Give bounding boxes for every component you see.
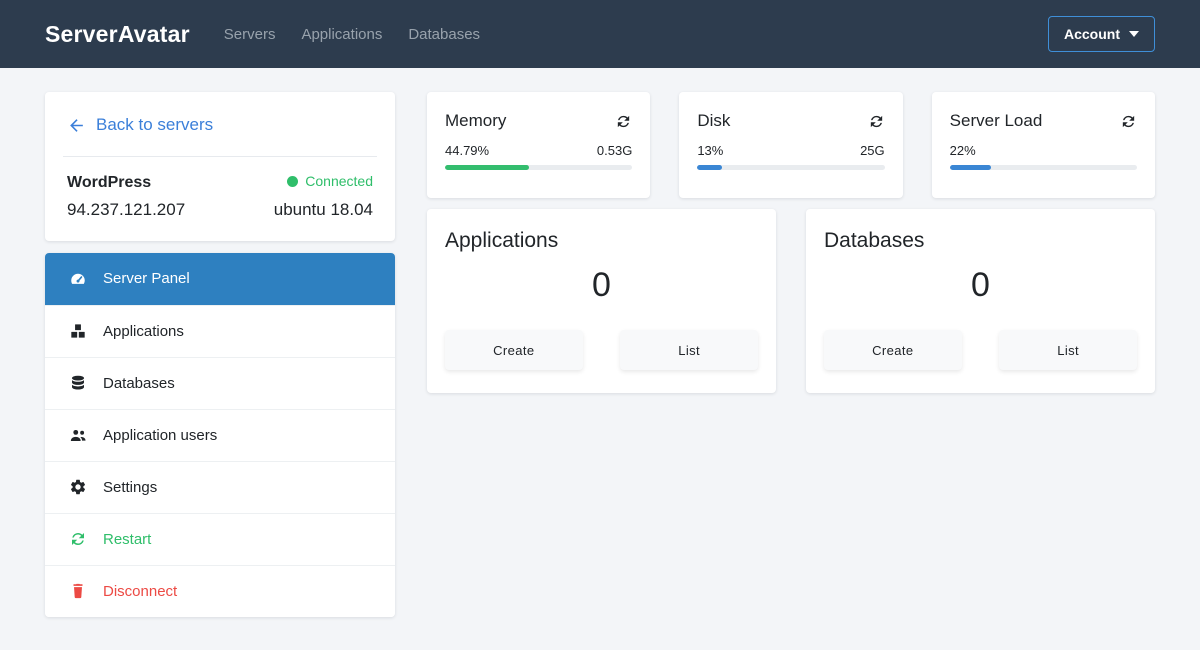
sidebar-item-settings[interactable]: Settings bbox=[45, 460, 395, 513]
refresh-icon[interactable] bbox=[615, 113, 632, 130]
stat-header: Disk bbox=[697, 111, 884, 131]
stat-title: Memory bbox=[445, 111, 507, 130]
divider bbox=[63, 156, 377, 157]
server-load-progress-fill bbox=[949, 165, 991, 170]
stat-header: Memory bbox=[445, 111, 632, 131]
nav-link-applications[interactable]: Applications bbox=[301, 26, 382, 43]
server-info-card: Back to servers WordPress Connected 94.2… bbox=[45, 92, 395, 241]
sidebar-item-label: Server Panel bbox=[103, 270, 190, 287]
sidebar-item-label: Settings bbox=[103, 478, 158, 496]
caret-down-icon bbox=[1129, 31, 1139, 37]
right-column: Memory 44.79% 0.53G Disk 13% 25G Server … bbox=[427, 92, 1155, 617]
stat-size: 25G bbox=[860, 143, 885, 158]
cogs-icon bbox=[69, 478, 89, 496]
server-load-progress-track bbox=[949, 165, 1137, 170]
panel-buttons: Create List bbox=[445, 330, 758, 370]
databases-panel: Databases 0 Create List bbox=[806, 209, 1155, 393]
server-ip: 94.237.121.207 bbox=[67, 199, 186, 219]
sidebar-item-server-panel[interactable]: Server Panel bbox=[45, 252, 395, 305]
stat-values: 44.79% 0.53G bbox=[445, 143, 632, 158]
trash-icon bbox=[69, 582, 89, 600]
server-name-row: WordPress Connected bbox=[67, 173, 373, 192]
memory-progress-fill bbox=[445, 165, 529, 170]
status-badge: Connected bbox=[287, 173, 373, 189]
sync-icon bbox=[69, 530, 89, 548]
server-name: WordPress bbox=[67, 173, 152, 191]
sidebar-item-applications[interactable]: Applications bbox=[45, 304, 395, 357]
sidebar-item-databases[interactable]: Databases bbox=[45, 356, 395, 409]
sidebar-item-label: Application users bbox=[103, 426, 218, 444]
status-label: Connected bbox=[305, 173, 373, 189]
stat-percent: 13% bbox=[697, 143, 724, 158]
sidebar-item-application-users[interactable]: Application users bbox=[45, 408, 395, 461]
stat-values: 22% bbox=[950, 143, 1137, 158]
stat-values: 13% 25G bbox=[697, 143, 884, 158]
brand-logo[interactable]: ServerAvatar bbox=[45, 21, 190, 48]
sidebar-item-label: Applications bbox=[103, 322, 184, 340]
refresh-icon[interactable] bbox=[1120, 113, 1137, 130]
account-label: Account bbox=[1064, 26, 1120, 42]
server-meta-row: 94.237.121.207 ubuntu 18.04 bbox=[67, 200, 373, 220]
applications-panel: Applications 0 Create List bbox=[427, 209, 776, 393]
sidebar-item-label: Disconnect bbox=[103, 582, 178, 600]
panel-title: Applications bbox=[445, 229, 559, 252]
databases-count: 0 bbox=[971, 266, 990, 304]
sidebar-item-restart[interactable]: Restart bbox=[45, 512, 395, 565]
stat-title: Server Load bbox=[949, 111, 1043, 130]
disk-progress-track bbox=[697, 165, 885, 170]
stat-percent: 44.79% bbox=[445, 143, 490, 158]
databases-list-button[interactable]: List bbox=[999, 330, 1137, 370]
sidebar-item-label: Databases bbox=[103, 374, 175, 392]
nav-link-servers[interactable]: Servers bbox=[224, 26, 276, 43]
users-icon bbox=[69, 426, 89, 444]
stat-size: 0.53G bbox=[596, 143, 633, 158]
back-link-label: Back to servers bbox=[96, 115, 214, 134]
disk-stat-card: Disk 13% 25G bbox=[679, 92, 903, 198]
applications-list-button[interactable]: List bbox=[620, 330, 758, 370]
nav-link-databases[interactable]: Databases bbox=[408, 26, 480, 43]
server-os: ubuntu 18.04 bbox=[273, 199, 373, 219]
navbar: ServerAvatar Servers Applications Databa… bbox=[0, 0, 1200, 68]
main-content: Back to servers WordPress Connected 94.2… bbox=[0, 68, 1200, 617]
database-icon bbox=[69, 374, 89, 392]
server-load-stat-card: Server Load 22% bbox=[931, 92, 1155, 198]
memory-progress-track bbox=[445, 165, 633, 170]
account-dropdown-button[interactable]: Account bbox=[1048, 16, 1155, 52]
panel-title: Databases bbox=[824, 229, 925, 252]
stat-header: Server Load bbox=[950, 111, 1137, 131]
panels-row: Applications 0 Create List Databases 0 C… bbox=[427, 209, 1155, 393]
refresh-icon[interactable] bbox=[868, 113, 885, 130]
sidebar-item-disconnect[interactable]: Disconnect bbox=[45, 564, 395, 617]
back-to-servers-link[interactable]: Back to servers bbox=[67, 113, 373, 139]
sidebar-menu: Server Panel Applications Databases Appl… bbox=[45, 252, 395, 617]
applications-create-button[interactable]: Create bbox=[445, 330, 583, 370]
databases-create-button[interactable]: Create bbox=[824, 330, 962, 370]
tachometer-icon bbox=[69, 270, 89, 288]
stat-percent: 22% bbox=[949, 143, 976, 158]
disk-progress-fill bbox=[697, 165, 722, 170]
stats-row: Memory 44.79% 0.53G Disk 13% 25G Server … bbox=[427, 92, 1155, 198]
panel-buttons: Create List bbox=[824, 330, 1137, 370]
status-dot-icon bbox=[287, 175, 299, 187]
left-column: Back to servers WordPress Connected 94.2… bbox=[45, 92, 395, 617]
nav-links: Servers Applications Databases bbox=[224, 26, 506, 43]
cubes-icon bbox=[69, 322, 89, 340]
applications-count: 0 bbox=[592, 266, 611, 304]
sidebar-item-label: Restart bbox=[103, 530, 152, 548]
arrow-left-icon bbox=[67, 116, 86, 135]
stat-title: Disk bbox=[697, 111, 731, 130]
memory-stat-card: Memory 44.79% 0.53G bbox=[427, 92, 651, 198]
